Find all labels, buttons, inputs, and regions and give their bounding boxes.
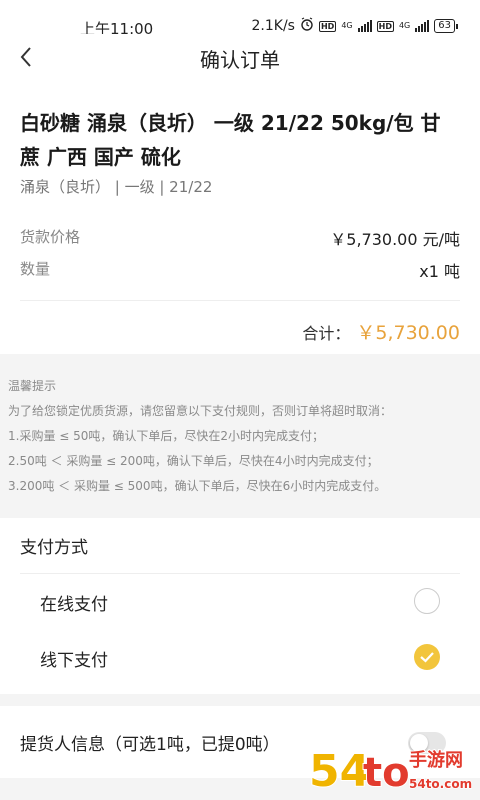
signal-icon-2	[415, 20, 430, 32]
notice-box: 温馨提示 为了给您锁定优质货源，请您留意以下支付规则，否则订单将超时取消： 1.…	[0, 368, 480, 506]
battery-level: 63	[434, 19, 455, 33]
payment-option-online[interactable]: 在线支付	[40, 580, 440, 620]
product-name: 白砂糖 涌泉（良圻） 一级 21/22 50kg/包 甘蔗 广西 国产 硫化	[20, 111, 441, 169]
watermark-logo: 54 to 手游网 54to.com	[305, 736, 480, 800]
notice-line: 1.采购量 ≤ 50吨，确认下单后，尽快在2小时内完成支付；	[8, 429, 325, 443]
quantity-value: x1 吨	[419, 262, 460, 281]
quantity-row: 数量 x1 吨	[20, 258, 460, 282]
price-row: 货款价格 ￥5,730.00 元/吨	[20, 226, 460, 250]
quantity-label: 数量	[20, 260, 51, 278]
network-speed: 2.1K/s	[251, 18, 295, 34]
payment-option-label: 线下支付	[40, 651, 108, 671]
svg-text:54to.com: 54to.com	[409, 777, 472, 791]
payment-section: 支付方式 在线支付 线下支付	[0, 518, 480, 694]
svg-text:手游网: 手游网	[409, 749, 463, 771]
total-value: ￥5,730.00	[356, 322, 460, 344]
signal-icon	[357, 20, 372, 32]
total-label: 合计：	[302, 324, 351, 343]
total-row: 合计： ￥5,730.00	[302, 318, 460, 345]
hd-icon-2: HD	[376, 20, 394, 32]
notice-line: 3.200吨 ＜ 采购量 ≤ 500吨，确认下单后，尽快在6小时内完成支付。	[8, 479, 387, 493]
notice-title: 温馨提示	[8, 379, 57, 393]
price-value: ￥5,730.00 元/吨	[330, 230, 460, 249]
nav-bar: 确认订单	[0, 34, 480, 84]
product-spec: 涌泉（良圻） | 一级 | 21/22	[20, 178, 213, 196]
payment-option-offline[interactable]: 线下支付	[40, 636, 440, 676]
pickup-label: 提货人信息（可选1吨，已提0吨）	[20, 735, 280, 755]
product-card: 白砂糖 涌泉（良圻） 一级 21/22 50kg/包 甘蔗 广西 国产 硫化 涌…	[0, 84, 480, 354]
battery-icon: 63	[434, 19, 458, 33]
status-bar: 上午11:00 2.1K/s HD 4G HD 4G 63	[0, 0, 480, 38]
svg-text:to: to	[363, 750, 410, 796]
radio-checked-icon[interactable]	[414, 644, 440, 670]
network-type-label: 4G	[341, 21, 353, 30]
network-type-label-2: 4G	[398, 21, 411, 30]
checkmark-icon	[420, 652, 434, 663]
divider	[20, 573, 460, 574]
divider	[20, 300, 460, 301]
notice-line: 2.50吨 ＜ 采购量 ≤ 200吨，确认下单后，尽快在4小时内完成支付；	[8, 454, 379, 468]
svg-text:54: 54	[309, 746, 370, 797]
payment-option-label: 在线支付	[40, 595, 108, 615]
hd-icon: HD	[318, 20, 337, 32]
alarm-icon	[300, 17, 314, 35]
status-icons: 2.1K/s HD 4G HD 4G 63	[252, 17, 458, 35]
page-title: 确认订单	[200, 48, 280, 72]
notice-line: 为了给您锁定优质货源，请您留意以下支付规则，否则订单将超时取消：	[8, 404, 393, 418]
radio-unchecked-icon[interactable]	[414, 588, 440, 614]
price-label: 货款价格	[20, 228, 81, 246]
payment-title: 支付方式	[20, 538, 88, 558]
